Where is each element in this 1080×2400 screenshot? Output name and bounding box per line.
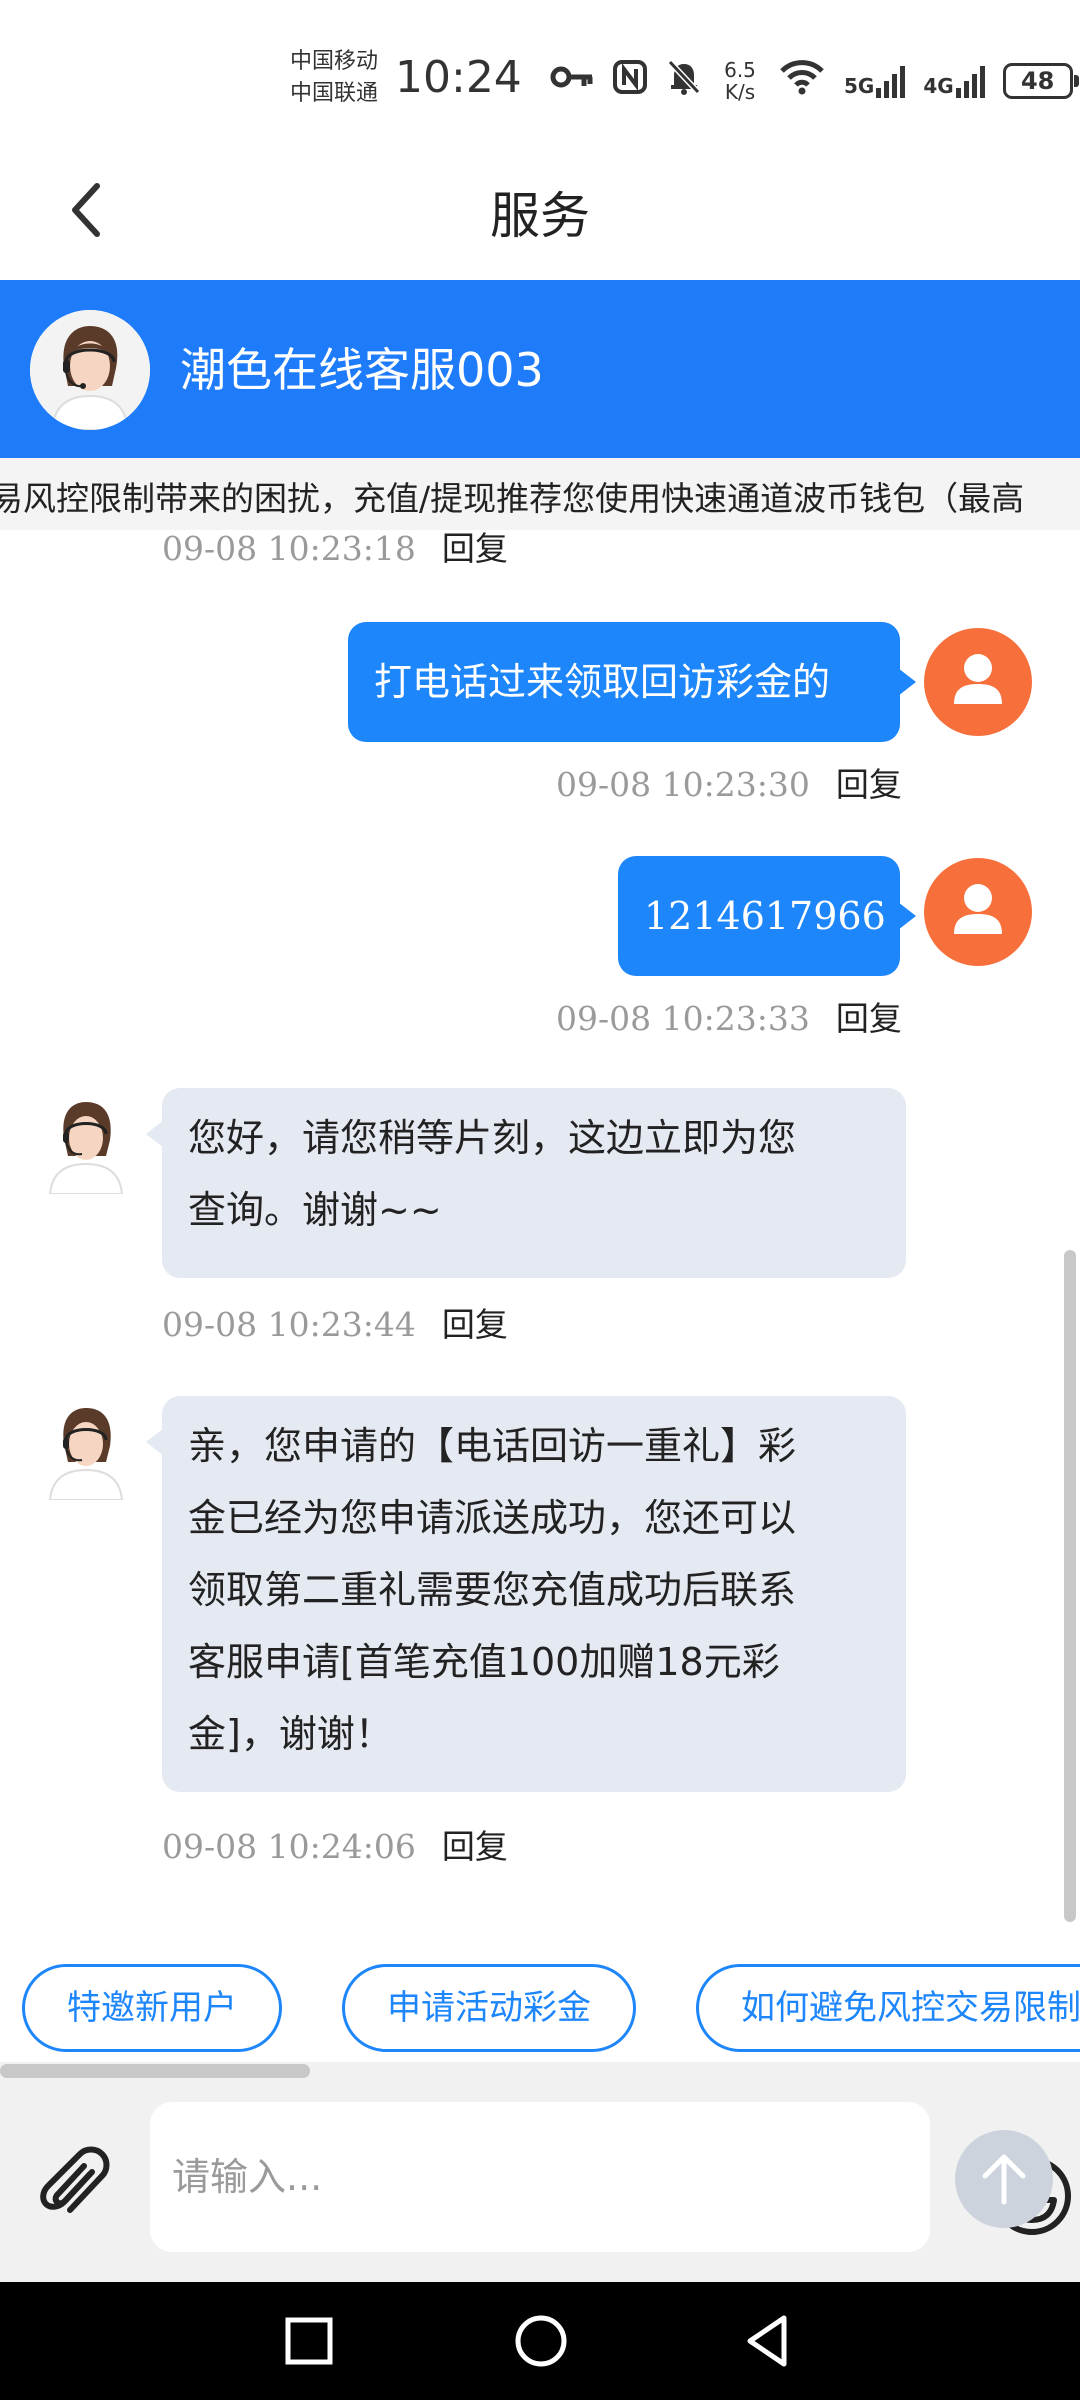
status-icons: 6.5 K/s 5G 4G 48 [550, 56, 1079, 106]
status-bar: 中国移动 中国联通 10:24 6.5 K/s 5G 4G 48 [0, 0, 1080, 140]
carrier-labels: 中国移动 中国联通 [290, 46, 378, 110]
outgoing-message-bubble[interactable]: 1214617966 [618, 856, 916, 976]
notice-marquee: 易风控限制带来的困扰，充值/提现推荐您使用快速通道波币钱包（最高 [0, 458, 1080, 530]
battery-indicator: 48 [1002, 63, 1079, 99]
signal-5g-label: 5G [844, 74, 875, 98]
agent-avatar [30, 310, 150, 430]
input-bar [0, 2082, 1080, 2282]
key-icon [550, 61, 594, 101]
message-time: 09-08 10:23:30 [556, 765, 810, 804]
signal-bars-icon [955, 64, 985, 98]
user-avatar [924, 858, 1032, 966]
reply-link[interactable]: 回复 [442, 1305, 508, 1344]
system-nav-bar [0, 2282, 1080, 2400]
recents-button[interactable] [274, 2306, 344, 2376]
user-icon [954, 884, 1002, 934]
mute-bell-icon [666, 58, 702, 105]
chat-scrollbar[interactable] [1064, 1250, 1076, 1922]
send-button[interactable] [955, 2130, 1053, 2228]
agent-portrait-icon [36, 1090, 136, 1194]
message-meta: 09-08 10:23:18 回复 [162, 530, 508, 570]
message-time: 09-08 10:24:06 [162, 1827, 416, 1866]
agent-portrait-icon [30, 310, 150, 430]
message-time: 09-08 10:23:33 [556, 999, 810, 1038]
net-speed-value: 6.5 [724, 58, 756, 82]
message-text-line: 领取第二重礼需要您充值成功后联系 [188, 1568, 797, 1612]
message-text-line: 金]，谢谢！ [188, 1712, 393, 1756]
status-time: 10:24 [395, 52, 522, 103]
net-speed: 6.5 K/s [720, 59, 760, 103]
back-nav-button[interactable] [732, 2306, 802, 2376]
incoming-message-bubble[interactable]: 您好，请您稍等片刻，这边立即为您 查询。谢谢~~ [146, 1088, 906, 1278]
circle-icon [515, 2315, 567, 2367]
signal-4g-label: 4G [923, 74, 954, 98]
user-icon [954, 654, 1002, 704]
carrier-2: 中国联通 [290, 81, 379, 106]
message-text-line: 查询。谢谢~~ [188, 1188, 442, 1232]
reply-link[interactable]: 回复 [836, 999, 902, 1038]
message-text-line: 客服申请[首笔充值100加赠18元彩 [188, 1640, 780, 1684]
message-input-box [150, 2102, 1071, 2252]
agent-avatar [36, 1090, 136, 1194]
incoming-message-bubble[interactable]: 亲，您申请的【电话回访一重礼】彩 金已经为您申请派送成功，您还可以 领取第二重礼… [146, 1396, 906, 1792]
notice-text: 易风控限制带来的困扰，充值/提现推荐您使用快速通道波币钱包（最高 [0, 479, 1025, 518]
signal-bars-icon [876, 64, 906, 98]
reply-link[interactable]: 回复 [836, 765, 902, 804]
message-text-line: 亲，您申请的【电话回访一重礼】彩 [188, 1424, 797, 1468]
reply-link[interactable]: 回复 [442, 530, 508, 568]
quick-reply-chip[interactable]: 如何避免风控交易限制 [696, 1964, 1080, 2052]
net-speed-unit: K/s [724, 80, 756, 104]
agent-name: 潮色在线客服003 [180, 343, 544, 397]
agent-portrait-icon [36, 1396, 136, 1500]
agent-banner: 潮色在线客服003 [0, 280, 1080, 458]
wifi-icon [778, 59, 826, 104]
message-time: 09-08 10:23:44 [162, 1305, 416, 1344]
message-text: 打电话过来领取回访彩金的 [374, 660, 831, 704]
message-meta: 09-08 10:24:06 回复 [162, 1820, 508, 1868]
quick-reply-chip[interactable]: 申请活动彩金 [342, 1964, 636, 2052]
message-text: 1214617966 [644, 894, 886, 938]
top-header: 服务 [0, 140, 1080, 280]
agent-avatar [36, 1396, 136, 1500]
message-meta: 09-08 10:23:30 回复 [556, 758, 902, 806]
signal-5g: 5G [844, 64, 906, 98]
message-meta: 09-08 10:23:33 回复 [556, 992, 902, 1040]
signal-4g: 4G [923, 64, 985, 98]
message-time: 09-08 10:23:18 [162, 530, 416, 568]
carrier-1: 中国移动 [290, 49, 379, 74]
triangle-back-icon [747, 2315, 787, 2367]
home-button[interactable] [506, 2306, 576, 2376]
message-meta: 09-08 10:23:44 回复 [162, 1298, 508, 1346]
message-text-line: 金已经为您申请派送成功，您还可以 [188, 1496, 797, 1540]
nfc-icon [612, 59, 648, 104]
quick-replies-scrollbar[interactable] [0, 2064, 310, 2078]
chat-area[interactable]: 09-08 10:23:18 回复 打电话过来领取回访彩金的 09-08 10:2… [0, 530, 1080, 1932]
outgoing-message-bubble[interactable]: 打电话过来领取回访彩金的 [348, 622, 916, 742]
reply-link[interactable]: 回复 [442, 1827, 508, 1866]
square-icon [285, 2317, 333, 2365]
quick-reply-chip[interactable]: 特邀新用户 [22, 1964, 282, 2052]
message-input[interactable] [172, 2102, 772, 2252]
message-text-line: 您好，请您稍等片刻，这边立即为您 [188, 1116, 797, 1160]
paperclip-icon [40, 2146, 110, 2213]
page-title: 服务 [490, 187, 590, 245]
quick-replies: 特邀新用户 申请活动彩金 如何避免风控交易限制 [0, 1932, 1080, 2062]
attach-button[interactable] [30, 2142, 120, 2232]
user-avatar [924, 628, 1032, 736]
arrow-up-icon [982, 2154, 1026, 2205]
